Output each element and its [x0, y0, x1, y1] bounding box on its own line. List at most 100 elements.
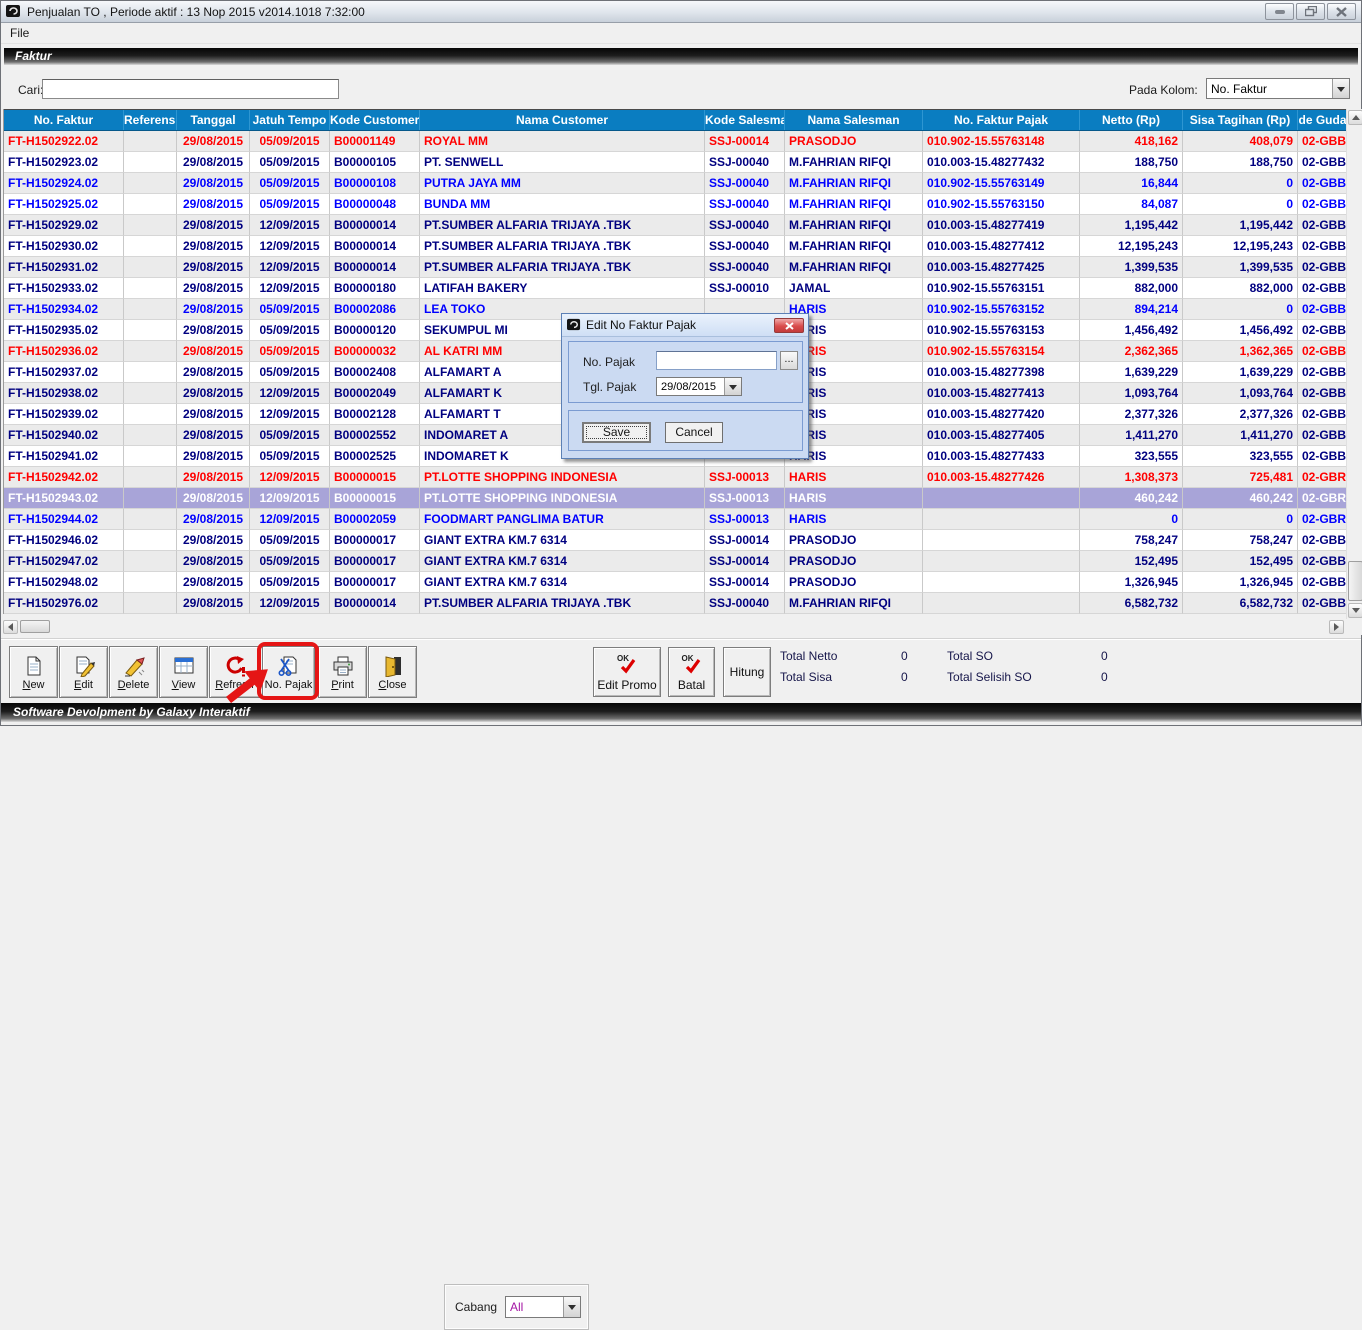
browse-button[interactable]: ... — [780, 351, 798, 370]
cell — [124, 383, 177, 404]
table-row[interactable]: FT-H1502947.0229/08/201505/09/2015B00000… — [4, 551, 1346, 572]
menu-file[interactable]: File — [1, 23, 37, 40]
cell: 010.902-15.55763153 — [923, 320, 1080, 341]
cell — [124, 341, 177, 362]
table-row[interactable]: FT-H1502923.0229/08/201505/09/2015B00000… — [4, 152, 1346, 173]
hitung-button[interactable]: Hitung — [723, 647, 771, 697]
cabang-label: Cabang — [455, 1300, 497, 1314]
scroll-left-button[interactable] — [3, 620, 18, 634]
new-button[interactable]: New — [9, 646, 58, 698]
cell: PRASODJO — [785, 551, 923, 572]
cell: 02-GBR — [1298, 509, 1346, 530]
print-button[interactable]: Print — [318, 646, 367, 698]
cell: FT-H1502924.02 — [4, 173, 124, 194]
cell: FT-H1502938.02 — [4, 383, 124, 404]
table-row[interactable]: FT-H1502931.0229/08/201512/09/2015B00000… — [4, 257, 1346, 278]
horizontal-scrollbar[interactable] — [3, 619, 1344, 635]
tgl-pajak-select[interactable]: 29/08/2015 — [656, 377, 742, 396]
column-header[interactable]: Sisa Tagihan (Rp) — [1183, 110, 1298, 130]
close-button[interactable] — [1327, 3, 1356, 20]
cell: 1,399,535 — [1080, 257, 1183, 278]
table-row[interactable]: FT-H1502930.0229/08/201512/09/2015B00000… — [4, 236, 1346, 257]
table-row[interactable]: FT-H1502924.0229/08/201505/09/2015B00000… — [4, 173, 1346, 194]
total-so-value: 0 — [1101, 649, 1108, 663]
delete-icon — [123, 654, 145, 678]
column-header[interactable]: No. Faktur Pajak — [923, 110, 1080, 130]
column-header[interactable]: Kode Customer — [330, 110, 420, 130]
table-row[interactable]: FT-H1502929.0229/08/201512/09/2015B00000… — [4, 215, 1346, 236]
cancel-button[interactable]: Cancel — [665, 422, 723, 443]
column-header[interactable]: Tanggal — [177, 110, 250, 130]
cell: PUTRA JAYA MM — [420, 173, 705, 194]
table-row[interactable]: FT-H1502925.0229/08/201505/09/2015B00000… — [4, 194, 1346, 215]
table-row[interactable]: FT-H1502976.0229/08/201512/09/2015B00000… — [4, 593, 1346, 614]
cell: 1,456,492 — [1080, 320, 1183, 341]
cell: FT-H1502942.02 — [4, 467, 124, 488]
column-header[interactable]: Netto (Rp) — [1080, 110, 1183, 130]
cell: 02-GBB — [1298, 572, 1346, 593]
cell: 05/09/2015 — [250, 194, 330, 215]
edit-icon — [73, 654, 95, 678]
no-pajak-button[interactable]: No. Pajak — [262, 646, 315, 698]
cell: 29/08/2015 — [177, 404, 250, 425]
on-column-value: No. Faktur — [1211, 82, 1267, 96]
delete-button[interactable]: Delete — [109, 646, 158, 698]
cell: 758,247 — [1080, 530, 1183, 551]
table-row[interactable]: FT-H1502943.0229/08/201512/09/2015B00000… — [4, 488, 1346, 509]
cabang-select[interactable]: All — [505, 1296, 581, 1318]
scroll-up-button[interactable] — [1348, 110, 1362, 125]
dropdown-arrow-icon[interactable] — [1332, 79, 1349, 98]
horizontal-scroll-thumb[interactable] — [20, 620, 50, 633]
dropdown-arrow-icon[interactable] — [563, 1297, 580, 1317]
column-header[interactable]: Referensi — [124, 110, 177, 130]
refresh-button[interactable]: Refresh — [209, 646, 260, 698]
cell: FOODMART PANGLIMA BATUR — [420, 509, 705, 530]
button-label: Batal — [678, 678, 705, 692]
scroll-right-button[interactable] — [1329, 620, 1344, 634]
column-header[interactable]: de Guda — [1298, 110, 1346, 130]
table-row[interactable]: FT-H1502922.0229/08/201505/09/2015B00001… — [4, 131, 1346, 152]
no-pajak-input[interactable] — [656, 351, 777, 370]
cell — [124, 152, 177, 173]
vertical-scroll-thumb[interactable] — [1348, 561, 1362, 601]
cell: 1,195,442 — [1080, 215, 1183, 236]
cell — [124, 236, 177, 257]
no-pajak-label: No. Pajak — [583, 355, 635, 369]
cell — [124, 215, 177, 236]
minimize-button[interactable] — [1265, 3, 1294, 20]
save-button[interactable]: Save — [582, 422, 651, 443]
cell: 29/08/2015 — [177, 341, 250, 362]
column-header[interactable]: No. Faktur — [4, 110, 124, 130]
cell — [124, 173, 177, 194]
column-header[interactable]: Nama Customer — [420, 110, 705, 130]
cell: 12/09/2015 — [250, 404, 330, 425]
table-row[interactable]: FT-H1502948.0229/08/201505/09/2015B00000… — [4, 572, 1346, 593]
column-header[interactable]: Jatuh Tempo — [250, 110, 330, 130]
search-input[interactable] — [42, 79, 339, 99]
dialog-close-button[interactable] — [774, 318, 804, 333]
cell: 12/09/2015 — [250, 236, 330, 257]
dropdown-arrow-icon[interactable] — [724, 378, 741, 395]
edit-promo-button[interactable]: OKEdit Promo — [593, 647, 661, 697]
column-header[interactable]: Kode Salesman — [705, 110, 785, 130]
table-row[interactable]: FT-H1502942.0229/08/201512/09/2015B00000… — [4, 467, 1346, 488]
batal-button[interactable]: OKBatal — [668, 647, 715, 697]
restore-button[interactable] — [1296, 3, 1325, 20]
cell — [124, 446, 177, 467]
column-header[interactable]: Nama Salesman — [785, 110, 923, 130]
close-button[interactable]: Close — [368, 646, 417, 698]
cell: PT.LOTTE SHOPPING INDONESIA — [420, 467, 705, 488]
cell: FT-H1502948.02 — [4, 572, 124, 593]
table-row[interactable]: FT-H1502933.0229/08/201512/09/2015B00000… — [4, 278, 1346, 299]
cell: 010.003-15.48277413 — [923, 383, 1080, 404]
table-row[interactable]: FT-H1502944.0229/08/201512/09/2015B00002… — [4, 509, 1346, 530]
vertical-scrollbar[interactable] — [1346, 109, 1362, 619]
cell: B00000017 — [330, 530, 420, 551]
cell: 05/09/2015 — [250, 530, 330, 551]
scroll-down-button[interactable] — [1348, 603, 1362, 618]
view-button[interactable]: View — [159, 646, 208, 698]
table-row[interactable]: FT-H1502946.0229/08/201505/09/2015B00000… — [4, 530, 1346, 551]
on-column-select[interactable]: No. Faktur — [1206, 78, 1350, 99]
cell: SSJ-00040 — [705, 152, 785, 173]
edit-button[interactable]: Edit — [59, 646, 108, 698]
